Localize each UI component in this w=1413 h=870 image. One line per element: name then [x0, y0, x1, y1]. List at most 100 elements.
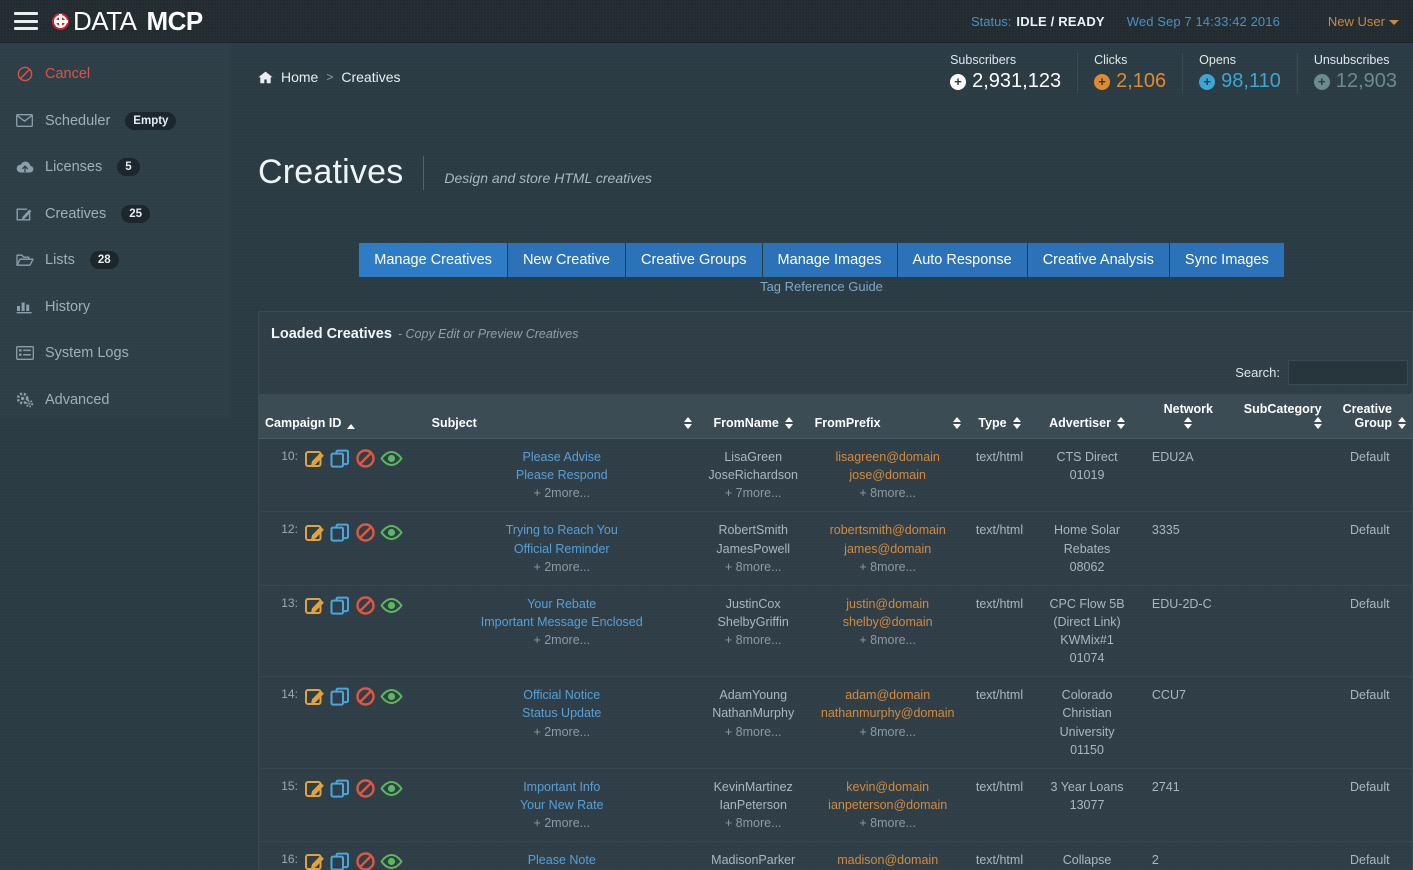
sidebar-item-scheduler[interactable]: Scheduler Empty [0, 98, 230, 145]
preview-icon[interactable] [380, 852, 403, 870]
col-type[interactable]: Type [966, 394, 1033, 439]
campaign-id-value: 15: [281, 778, 298, 793]
copy-icon[interactable] [330, 779, 351, 798]
cell-line: 08062 [1069, 559, 1105, 574]
cell-network: EDU2A [1141, 438, 1235, 513]
fromname-more[interactable]: + 8more... [704, 631, 803, 649]
sidebar-item-creatives[interactable]: Creatives 25 [0, 191, 230, 238]
sidebar-item-advanced[interactable]: Advanced [0, 377, 230, 424]
user-menu[interactable]: New User [1328, 14, 1399, 29]
topbar-right-cluster: Status: IDLE / READY Wed Sep 7 14:33:42 … [971, 14, 1413, 29]
table-row[interactable]: 15: Important Info Your New Rate + 2more.… [259, 768, 1412, 843]
copy-icon[interactable] [330, 852, 351, 870]
col-label: Campaign ID [265, 416, 342, 430]
sort-icon [784, 417, 793, 429]
fromname-more[interactable]: + 8more... [704, 558, 803, 576]
tab-sync-images[interactable]: Sync Images [1169, 243, 1284, 277]
preview-icon[interactable] [380, 596, 403, 615]
copy-icon[interactable] [330, 523, 351, 542]
edit-icon[interactable] [305, 449, 326, 468]
col-network[interactable]: Network [1141, 394, 1235, 439]
subject-more[interactable]: + 2more... [432, 558, 692, 576]
preview-icon[interactable] [380, 779, 403, 798]
col-advertiser[interactable]: Advertiser [1032, 394, 1142, 439]
fromname-more[interactable]: + 7more... [704, 484, 803, 502]
edit-icon[interactable] [305, 523, 326, 542]
copy-icon[interactable] [330, 687, 351, 707]
tab-creative-groups[interactable]: Creative Groups [625, 243, 763, 277]
cell-line: Colorado [1061, 688, 1113, 703]
col-fromname[interactable]: FromName [697, 394, 809, 439]
sidebar-item-history[interactable]: History [0, 284, 230, 331]
col-subcategory[interactable]: SubCategory [1234, 394, 1328, 439]
cell-fromprefix: justin@domain shelby@domain + 8more... [808, 585, 967, 678]
fromprefix-more[interactable]: + 8more... [815, 558, 961, 576]
hamburger-menu-icon[interactable] [14, 12, 38, 30]
disable-icon[interactable] [355, 596, 376, 615]
subject-more[interactable]: + 2more... [432, 814, 692, 832]
fromprefix-more[interactable]: + 8more... [815, 723, 961, 741]
col-subject[interactable]: Subject [425, 394, 698, 439]
sidebar-item-cancel[interactable]: Cancel [0, 51, 230, 98]
table-row[interactable]: 16: Please NoteInfo Enclosed + 2more... … [259, 841, 1412, 870]
cell-fromname: AdamYoung NathanMurphy + 8more... [697, 676, 809, 769]
disable-icon[interactable] [355, 779, 376, 798]
fromprefix-more[interactable]: + 8more... [815, 631, 961, 649]
col-campaign-id[interactable]: Campaign ID [259, 394, 426, 439]
sidebar: Cancel Scheduler Empty Licenses 5 Creati… [0, 43, 230, 418]
disable-icon[interactable] [355, 852, 376, 870]
cell-network: CCU7 [1141, 676, 1235, 769]
cell-line: Home Solar [1054, 523, 1121, 538]
preview-icon[interactable] [380, 687, 403, 706]
sidebar-item-lists[interactable]: Lists 28 [0, 237, 230, 284]
disable-icon[interactable] [355, 687, 376, 707]
table-row[interactable]: 10: Please Advise Please Respond + 2more.… [259, 438, 1412, 513]
fromname-more[interactable]: + 8more... [704, 814, 803, 832]
edit-icon[interactable] [305, 779, 326, 798]
tab-manage-creatives[interactable]: Manage Creatives [359, 243, 508, 277]
table-row[interactable]: 12: Trying to Reach You Official Reminder… [259, 511, 1412, 586]
disable-icon[interactable] [355, 449, 376, 468]
row-actions [305, 596, 403, 615]
sidebar-item-system-logs[interactable]: System Logs [0, 330, 230, 377]
copy-icon[interactable] [330, 596, 351, 615]
tag-reference-guide-link[interactable]: Tag Reference Guide [230, 279, 1413, 294]
table-row[interactable]: 14: Official Notice Status Update + 2more… [259, 676, 1412, 769]
breadcrumb-home-link[interactable]: Home [281, 69, 318, 85]
tab-creative-analysis[interactable]: Creative Analysis [1027, 243, 1170, 277]
fromprefix-more[interactable]: + 8more... [815, 484, 961, 502]
edit-icon[interactable] [305, 687, 326, 706]
subject-more[interactable]: + 2more... [432, 723, 692, 741]
copy-icon[interactable] [330, 449, 351, 468]
edit-icon[interactable] [305, 852, 326, 870]
tab-auto-response[interactable]: Auto Response [897, 243, 1028, 277]
campaign-id-value: 16: [281, 852, 298, 867]
sidebar-item-licenses[interactable]: Licenses 5 [0, 144, 230, 191]
tab-manage-images[interactable]: Manage Images [762, 243, 898, 277]
subject-more[interactable]: + 2more... [432, 484, 692, 502]
preview-icon[interactable] [380, 449, 403, 468]
cell-fromname: KevinMartinez IanPeterson + 8more... [697, 768, 809, 843]
sidebar-item-label: Lists [45, 252, 75, 269]
table-row[interactable]: 13: Your Rebate Important Message Enclose… [259, 585, 1412, 678]
cloud-upload-icon [15, 159, 34, 176]
fromprefix-more[interactable]: + 8more... [815, 814, 961, 832]
disable-icon[interactable] [355, 522, 376, 542]
col-label: Type [978, 416, 1007, 430]
cell-line: ShelbyGriffin [717, 614, 789, 629]
col-fromprefix[interactable]: FromPrefix [808, 394, 967, 439]
cell-campaign-id: 16: [259, 841, 426, 870]
subject-more[interactable]: + 2more... [432, 631, 692, 649]
cell-fromname: MadisonParkerKaylaBryant + 8more... [697, 841, 809, 870]
fromname-more[interactable]: + 8more... [704, 723, 803, 741]
breadcrumb-current[interactable]: Creatives [341, 69, 400, 85]
preview-icon[interactable] [380, 523, 403, 542]
cell-line: Christian [1062, 706, 1112, 721]
edit-icon[interactable] [305, 596, 326, 615]
panel-title: Loaded Creatives [271, 326, 392, 342]
cell-network: 2 [1141, 841, 1235, 870]
cell-subcategory [1234, 585, 1328, 678]
search-input[interactable] [1288, 360, 1408, 385]
tab-new-creative[interactable]: New Creative [507, 243, 626, 277]
col-creative-group[interactable]: Creative Group [1327, 394, 1412, 439]
